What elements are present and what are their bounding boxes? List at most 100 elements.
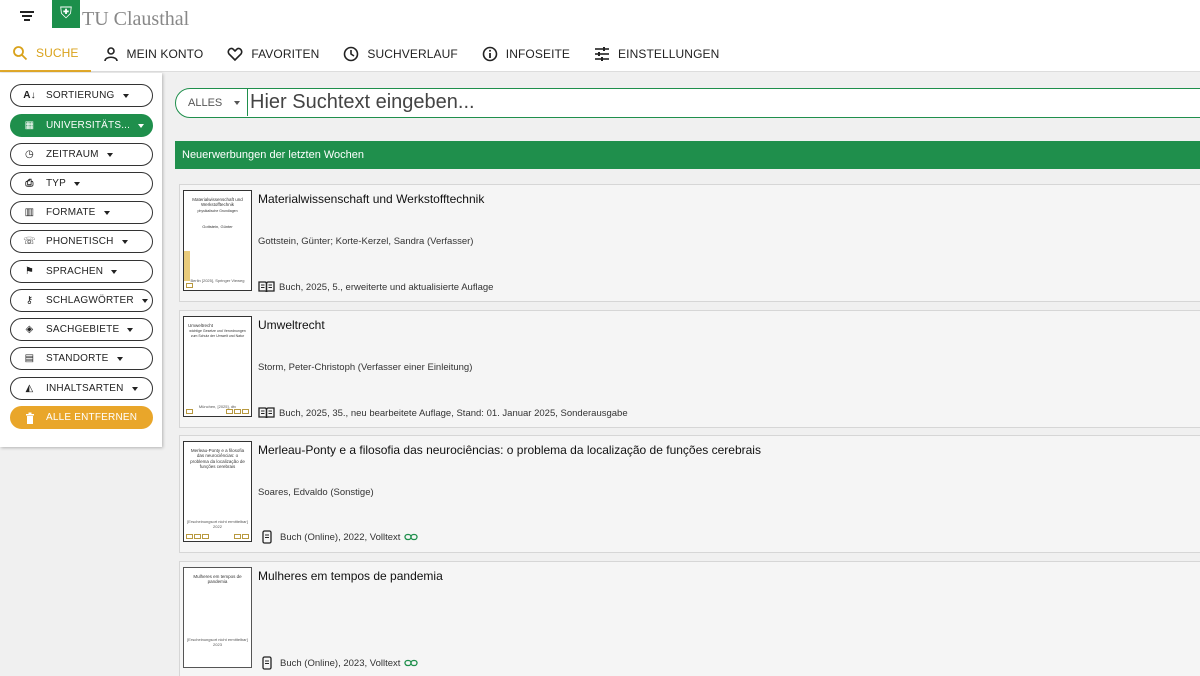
- filter-inhaltsarten[interactable]: ◭ INHALTSARTEN: [10, 377, 153, 400]
- format-icon: ▥: [24, 207, 35, 218]
- remove-all-filters-button[interactable]: ALLE ENTFERNEN: [10, 406, 153, 429]
- clock-icon: ◷: [25, 149, 34, 160]
- chevron-down-icon: [74, 181, 81, 186]
- nav-tab-label: SUCHE: [36, 45, 79, 60]
- nav-tab-label: EINSTELLUNGEN: [618, 46, 720, 61]
- filter-label: PHONETISCH: [46, 236, 114, 247]
- book-cover[interactable]: Umweltrecht wichtige Gesetze und Verordn…: [183, 316, 252, 417]
- result-meta-text: Buch (Online), 2022, Volltext: [280, 531, 401, 543]
- result-meta-text: Buch, 2025, 5., erweiterte und aktualisi…: [279, 281, 494, 293]
- search-scope-select[interactable]: ALLES: [176, 89, 248, 116]
- filter-typ[interactable]: ⎙ TYP: [10, 172, 153, 195]
- result-authors: Soares, Edvaldo (Sonstige): [258, 487, 374, 498]
- cover-title: Merleau-Ponty e a filosofia das neurociê…: [190, 448, 245, 470]
- filter-label: ZEITRAUM: [46, 149, 99, 160]
- search-input[interactable]: [250, 90, 1200, 115]
- filter-label: SCHLAGWÖRTER: [46, 295, 134, 306]
- chevron-down-icon: [141, 298, 148, 303]
- chevron-down-icon: [127, 327, 134, 332]
- filter-universitaets[interactable]: ▦ UNIVERSITÄTS...: [10, 114, 153, 137]
- cover-title: Umweltrecht: [188, 323, 214, 328]
- result-item[interactable]: Materialwissenschaft und Werkstofftechni…: [179, 184, 1200, 302]
- cover-decoration: [242, 534, 249, 539]
- search-scope-value: ALLES: [188, 96, 223, 109]
- filter-sortierung[interactable]: A↓ SORTIERUNG: [10, 84, 153, 107]
- result-authors: Gottstein, Günter; Korte-Kerzel, Sandra …: [258, 236, 474, 247]
- nav-tab-label: MEIN KONTO: [126, 46, 204, 61]
- tag-icon: ◈: [25, 324, 34, 335]
- result-meta: Buch (Online), 2022, Volltext: [258, 530, 422, 544]
- cover-decoration: [202, 534, 209, 539]
- book-cover[interactable]: Mulheres em tempos de pandemia [Erschein…: [183, 567, 252, 668]
- nav-tab-favoriten[interactable]: FAVORITEN: [215, 35, 331, 72]
- result-item[interactable]: Umweltrecht wichtige Gesetze und Verordn…: [179, 310, 1200, 428]
- filter-zeitraum[interactable]: ◷ ZEITRAUM: [10, 143, 153, 166]
- cover-title: Materialwissenschaft und Werkstofftechni…: [192, 197, 243, 208]
- chevron-down-icon: [116, 356, 123, 361]
- shapes-icon: ◭: [25, 383, 34, 394]
- university-logo-icon[interactable]: ⛨: [52, 0, 80, 28]
- phone-icon: ☏: [23, 236, 36, 247]
- cover-subtitle: wichtige Gesetze und Verordnungen zum Sc…: [189, 329, 246, 338]
- book-icon: [258, 281, 275, 293]
- result-item[interactable]: Merleau-Ponty e a filosofia das neurociê…: [179, 435, 1200, 553]
- result-meta-text: Buch, 2025, 35., neu bearbeitete Auflage…: [279, 407, 628, 419]
- person-icon: [103, 46, 118, 61]
- section-header: Neuerwerbungen der letzten Wochen: [175, 141, 1200, 169]
- result-authors: Storm, Peter-Christoph (Verfasser einer …: [258, 362, 473, 373]
- history-icon: [344, 46, 359, 61]
- cover-decoration: [234, 534, 241, 539]
- cover-author: Gottstein, Günter: [202, 223, 233, 229]
- book-cover[interactable]: Materialwissenschaft und Werkstofftechni…: [183, 190, 252, 291]
- nav-tab-label: INFOSEITE: [505, 46, 571, 61]
- result-title[interactable]: Mulheres em tempos de pandemia: [258, 569, 443, 583]
- location-building-icon: ▤: [24, 353, 35, 364]
- result-title[interactable]: Materialwissenschaft und Werkstofftechni…: [258, 192, 484, 206]
- link-icon[interactable]: [404, 659, 419, 667]
- filter-sachgebiete[interactable]: ◈ SACHGEBIETE: [10, 318, 153, 341]
- cover-decoration: [186, 283, 193, 288]
- result-meta-text: Buch (Online), 2023, Volltext: [280, 657, 401, 669]
- logo-text[interactable]: TU Clausthal: [82, 8, 189, 31]
- main-nav: SUCHE MEIN KONTO FAVORITEN SUCHVERLAUF I…: [0, 35, 731, 72]
- nav-tab-label: FAVORITEN: [251, 46, 320, 61]
- filter-label: FORMATE: [46, 207, 96, 218]
- cover-decoration: [194, 534, 201, 539]
- filter-standorte[interactable]: ▤ STANDORTE: [10, 347, 153, 370]
- tablet-icon: [262, 530, 272, 544]
- cover-publisher: [Erscheinungsort nicht ermittelbar] 2023: [187, 637, 248, 647]
- result-meta: Buch (Online), 2023, Volltext: [258, 656, 422, 670]
- cover-decoration: [184, 251, 190, 281]
- filter-label: SACHGEBIETE: [46, 324, 120, 335]
- menu-icon[interactable]: [17, 7, 37, 25]
- result-item[interactable]: Mulheres em tempos de pandemia [Erschein…: [179, 561, 1200, 676]
- chevron-down-icon: [106, 152, 113, 157]
- nav-tab-mein-konto[interactable]: MEIN KONTO: [91, 35, 216, 72]
- chevron-down-icon: [234, 100, 241, 105]
- filter-label: INHALTSARTEN: [46, 383, 124, 394]
- chevron-down-icon: [131, 386, 138, 391]
- cover-decoration: [234, 409, 241, 414]
- nav-tab-einstellungen[interactable]: EINSTELLUNGEN: [582, 35, 731, 72]
- link-icon[interactable]: [404, 533, 419, 541]
- filter-formate[interactable]: ▥ FORMATE: [10, 201, 153, 224]
- chevron-down-icon: [121, 239, 128, 244]
- nav-tab-suchverlauf[interactable]: SUCHVERLAUF: [331, 35, 469, 72]
- filter-sprachen[interactable]: ⚑ SPRACHEN: [10, 260, 153, 283]
- filter-schlagwoerter[interactable]: ⚷ SCHLAGWÖRTER: [10, 289, 153, 312]
- result-meta: Buch, 2025, 5., erweiterte und aktualisi…: [258, 281, 493, 293]
- info-icon: [482, 46, 498, 61]
- nav-tab-infoseite[interactable]: INFOSEITE: [470, 35, 582, 72]
- sort-az-icon: A↓: [23, 90, 36, 101]
- chevron-down-icon: [103, 210, 110, 215]
- filter-label: TYP: [46, 178, 67, 189]
- nav-tab-suche[interactable]: SUCHE: [0, 35, 91, 72]
- result-title[interactable]: Merleau-Ponty e a filosofia das neurociê…: [258, 443, 761, 457]
- cover-title: Mulheres em tempos de pandemia: [193, 574, 242, 585]
- filter-phonetisch[interactable]: ☏ PHONETISCH: [10, 230, 153, 253]
- chevron-down-icon: [111, 269, 118, 274]
- book-cover[interactable]: Merleau-Ponty e a filosofia das neurociê…: [183, 441, 252, 542]
- filter-label: ALLE ENTFERNEN: [46, 412, 138, 423]
- result-title[interactable]: Umweltrecht: [258, 318, 325, 332]
- trash-icon: [23, 411, 36, 424]
